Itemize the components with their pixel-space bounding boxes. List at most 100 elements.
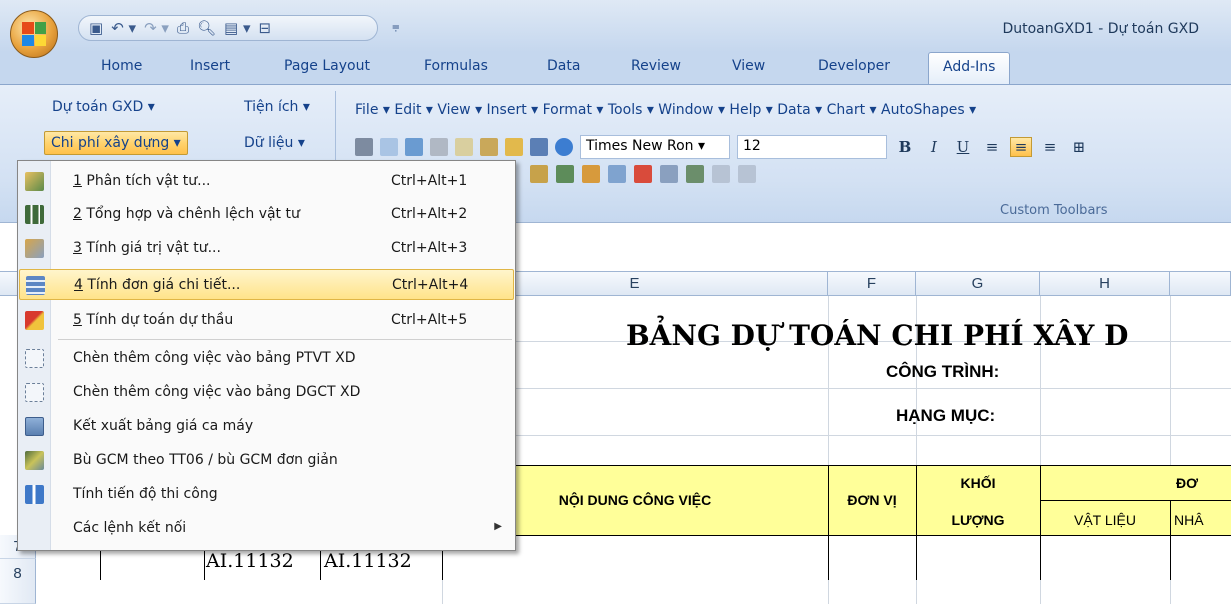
menu-item-label: Phân tích vật tư...	[81, 173, 211, 189]
header-don-vi: ĐƠN VỊ	[847, 492, 897, 508]
customize-icon[interactable]: ▤ ▾	[224, 19, 250, 37]
merge-center-icon[interactable]: ⊞	[1068, 138, 1090, 156]
row-header-8[interactable]: 8	[0, 559, 36, 604]
menu-item-label: Tính giá trị vật tư...	[81, 240, 221, 256]
bid-tool-icon[interactable]	[634, 165, 652, 183]
compensation-icon	[25, 451, 44, 470]
align-left-icon[interactable]: ≡	[981, 138, 1003, 156]
bold-button[interactable]: B	[894, 138, 916, 156]
menu-item-cac-lenh-ket-noi[interactable]: Các lệnh kết nối ▶	[19, 513, 514, 544]
value-tool-icon[interactable]	[582, 165, 600, 183]
calc-tool-icon[interactable]	[660, 165, 678, 183]
header-vat-lieu: VẬT LIỆU	[1074, 512, 1136, 528]
column-header-i[interactable]	[1170, 272, 1231, 296]
classic-toolbar: Times New Ron ▾ 12 B I U ≡ ≡ ≡ ⊞	[355, 135, 1090, 159]
chart-tool-icon[interactable]	[556, 165, 574, 183]
tab-data[interactable]: Data	[547, 58, 580, 74]
tab-page-layout[interactable]: Page Layout	[284, 58, 370, 74]
menu-item-shortcut: Ctrl+Alt+2	[391, 206, 468, 222]
underline-button[interactable]: U	[952, 138, 974, 156]
menu-item-shortcut: Ctrl+Alt+3	[391, 240, 468, 256]
cell-ma-hieu-2[interactable]: AI.11132	[324, 550, 412, 572]
sort-icon[interactable]	[530, 138, 548, 156]
help-icon[interactable]	[555, 138, 573, 156]
copy-icon[interactable]	[455, 138, 473, 156]
menu-item-label: Tổng hợp và chênh lệch vật tư	[81, 206, 300, 222]
addin-toolbar	[530, 165, 756, 183]
column-header-f[interactable]: F	[828, 272, 916, 296]
insert-dgct-tool-icon[interactable]	[738, 165, 756, 183]
tab-insert[interactable]: Insert	[190, 58, 230, 74]
cut-icon[interactable]	[430, 138, 448, 156]
menu-item-ket-xuat-gia-ca-may[interactable]: Kết xuất bảng giá ca máy	[19, 411, 514, 442]
tab-home[interactable]: Home	[101, 58, 142, 74]
tab-developer[interactable]: Developer	[818, 58, 890, 74]
tien-ich-menu[interactable]: Tiện ích ▾	[244, 99, 310, 115]
table-tool-icon[interactable]	[608, 165, 626, 183]
tab-review[interactable]: Review	[631, 58, 681, 74]
header-don-gia: ĐƠ	[1176, 475, 1199, 491]
font-name-select[interactable]: Times New Ron ▾	[580, 135, 730, 159]
menu-item-number: 5	[73, 312, 82, 328]
menu-item-shortcut: Ctrl+Alt+5	[391, 312, 468, 328]
font-size-select[interactable]: 12	[737, 135, 887, 159]
classic-menu-bar[interactable]: File ▾ Edit ▾ View ▾ Insert ▾ Format ▾ T…	[355, 102, 976, 118]
insert-ptvt-tool-icon[interactable]	[712, 165, 730, 183]
column-header-g[interactable]: G	[916, 272, 1040, 296]
chi-phi-xay-dung-dropdown: 1 Phân tích vật tư... Ctrl+Alt+1 2 Tổng …	[17, 160, 516, 551]
print-icon[interactable]	[355, 138, 373, 156]
redo-icon[interactable]: ↷ ▾	[144, 19, 169, 37]
align-center-icon[interactable]: ≡	[1010, 137, 1032, 157]
border-line	[828, 465, 829, 580]
office-button[interactable]	[10, 10, 58, 58]
menu-item-tinh-don-gia-chi-tiet[interactable]: 4 Tính đơn giá chi tiết... Ctrl+Alt+4	[19, 269, 514, 300]
menu-item-phan-tich-vat-tu[interactable]: 1 Phân tích vật tư... Ctrl+Alt+1	[19, 166, 514, 197]
print-preview-icon[interactable]: ⎙	[177, 19, 189, 37]
menu-item-number: 4	[74, 277, 83, 293]
cell-ma-hieu-1[interactable]: AI.11132	[206, 550, 294, 572]
menu-item-label: Chèn thêm công việc vào bảng DGCT XD	[73, 384, 361, 400]
italic-button[interactable]: I	[923, 138, 945, 156]
print-preview-icon[interactable]	[380, 138, 398, 156]
du-lieu-menu[interactable]: Dữ liệu ▾	[244, 135, 305, 151]
insert-ptvt-icon	[25, 349, 44, 368]
print-icon[interactable]: 🔍︎	[197, 19, 216, 37]
menu-separator	[58, 339, 512, 340]
menu-item-tinh-du-toan-du-thau[interactable]: 5 Tính dự toán dự thầu Ctrl+Alt+5	[19, 305, 514, 336]
analysis-tool-icon[interactable]	[530, 165, 548, 183]
tab-view[interactable]: View	[732, 58, 765, 74]
tab-formulas[interactable]: Formulas	[424, 58, 488, 74]
summary-chart-icon	[25, 205, 44, 224]
menu-item-tinh-tien-do[interactable]: Tính tiến độ thi công	[19, 479, 514, 510]
menu-item-number: 3	[73, 240, 82, 256]
save-icon[interactable]: ▣	[89, 19, 103, 37]
undo-icon[interactable]: ↶ ▾	[111, 19, 136, 37]
column-header-h[interactable]: H	[1040, 272, 1170, 296]
format-painter-icon[interactable]	[505, 138, 523, 156]
menu-item-bu-gcm[interactable]: Bù GCM theo TT06 / bù GCM đơn giản	[19, 445, 514, 476]
qat-more-icon[interactable]: ⊟	[258, 19, 271, 37]
chi-phi-xay-dung-menu[interactable]: Chi phí xây dựng ▾	[44, 131, 188, 155]
spelling-icon[interactable]	[405, 138, 423, 156]
schedule-icon	[25, 485, 44, 504]
menu-item-label: Tính dự toán dự thầu	[81, 312, 234, 328]
menu-item-label: Bù GCM theo TT06 / bù GCM đơn giản	[73, 452, 338, 468]
menu-item-label: Kết xuất bảng giá ca máy	[73, 418, 254, 434]
gcm-tool-icon[interactable]	[686, 165, 704, 183]
du-toan-gxd-menu[interactable]: Dự toán GXD ▾	[52, 99, 155, 115]
bid-estimate-icon	[25, 311, 44, 330]
sheet-title: BẢNG DỰ TOÁN CHI PHÍ XÂY D	[626, 319, 1129, 352]
cong-trinh-label: CÔNG TRÌNH:	[886, 362, 1000, 381]
material-analysis-icon	[25, 172, 44, 191]
align-right-icon[interactable]: ≡	[1039, 138, 1061, 156]
menu-item-chen-ptvt[interactable]: Chèn thêm công việc vào bảng PTVT XD	[19, 343, 514, 374]
menu-item-chen-dgct[interactable]: Chèn thêm công việc vào bảng DGCT XD	[19, 377, 514, 408]
calculator-icon	[25, 417, 44, 436]
menu-item-tinh-gia-tri-vat-tu[interactable]: 3 Tính giá trị vật tư... Ctrl+Alt+3	[19, 233, 514, 264]
menu-item-tong-hop-vat-tu[interactable]: 2 Tổng hợp và chênh lệch vật tư Ctrl+Alt…	[19, 199, 514, 230]
header-nhan-cong: NHÂ	[1174, 512, 1204, 528]
tab-add-ins[interactable]: Add-Ins	[928, 52, 1011, 86]
paste-icon[interactable]	[480, 138, 498, 156]
menu-item-label: Các lệnh kết nối	[73, 520, 187, 536]
qat-dropdown-icon[interactable]: ⩦	[392, 19, 400, 34]
